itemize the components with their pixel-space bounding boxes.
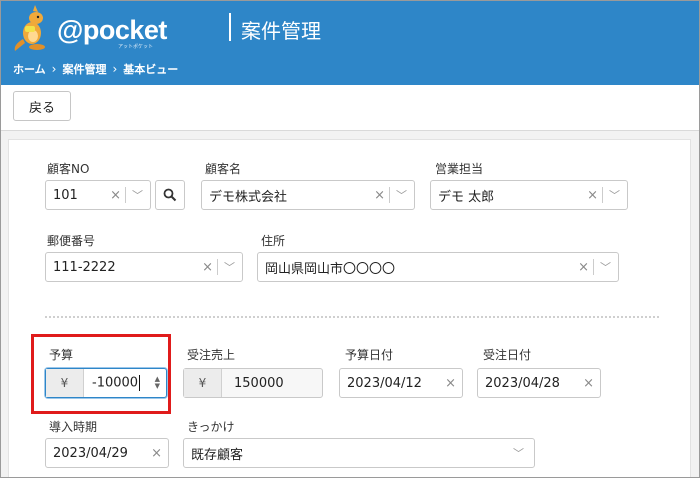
budget-label: 予算 [49,348,74,362]
kangaroo-logo-icon [14,5,45,51]
clear-icon[interactable]: × [441,376,462,391]
budget-input[interactable]: ¥ -10000 ▲ ▼ [45,368,167,398]
breadcrumb-basic-view: 基本ビュー [123,63,179,76]
clear-icon[interactable]: × [583,188,602,203]
address-label: 住所 [261,234,286,248]
postal-code-label: 郵便番号 [47,234,96,248]
budget-date-label: 予算日付 [345,348,394,362]
page-title: 案件管理 [241,19,321,43]
order-date-input[interactable]: 2023/04/28 × [477,368,601,398]
customer-name-select[interactable]: デモ株式会社 × ﹀ [201,180,415,210]
breadcrumb-chevron-icon: › [112,62,118,76]
address-value: 岡山県岡山市〇〇〇〇 [265,261,396,277]
introduction-date-input[interactable]: 2023/04/29 × [45,438,169,468]
customer-no-select[interactable]: 101 × ﹀ [45,180,151,210]
clear-icon[interactable]: × [579,376,600,391]
text-caret [139,375,141,391]
app-header: @pocket アットポケット 案件管理 ホーム › 案件管理 › 基本ビュー [1,1,699,85]
order-date-value: 2023/04/28 [485,375,560,391]
clear-icon[interactable]: × [574,260,593,275]
clear-icon[interactable]: × [370,188,389,203]
yen-prefix: ¥ [184,369,222,397]
clear-icon[interactable]: × [106,188,125,203]
chevron-down-icon[interactable]: ﹀ [218,259,242,275]
budget-value-text: -10000 [92,375,139,391]
app-window: @pocket アットポケット 案件管理 ホーム › 案件管理 › 基本ビュー … [0,0,700,478]
order-sales-value: 150000 [234,375,284,391]
logo-text: @pocket [57,15,167,45]
breadcrumb: ホーム › 案件管理 › 基本ビュー [13,61,178,77]
customer-no-label: 顧客NO [47,162,90,176]
trigger-value: 既存顧客 [191,447,244,463]
back-button[interactable]: 戻る [13,91,71,121]
order-sales-label: 受注売上 [187,348,236,362]
sales-rep-select[interactable]: デモ 太郎 × ﹀ [430,180,628,210]
order-sales-field: ¥ 150000 [183,368,323,398]
form-panel: 顧客NO 101 × ﹀ 顧客名 デモ株式会社 × ﹀ 営業担当 デモ 太郎 ×… [8,139,691,477]
introduction-date-label: 導入時期 [49,420,98,434]
clear-icon[interactable]: × [147,446,168,461]
budget-date-input[interactable]: 2023/04/12 × [339,368,463,398]
introduction-date-value: 2023/04/29 [53,445,128,461]
sales-rep-value: デモ 太郎 [438,189,495,205]
logo-subtext: アットポケット [118,44,154,50]
chevron-down-icon[interactable]: ﹀ [390,187,414,203]
search-icon [163,188,177,202]
order-date-label: 受注日付 [483,348,532,362]
budget-date-value: 2023/04/12 [347,375,422,391]
customer-no-value: 101 [53,187,78,203]
customer-name-value: デモ株式会社 [209,189,288,205]
chevron-down-icon[interactable]: ﹀ [594,259,618,275]
section-divider [45,316,659,318]
chevron-down-icon[interactable]: ﹀ [603,187,627,203]
trigger-select[interactable]: 既存顧客 ﹀ [183,438,535,468]
breadcrumb-project-management[interactable]: 案件管理 [62,61,106,77]
postal-code-value: 111-2222 [53,259,116,275]
number-spinner-icon[interactable]: ▲ ▼ [155,376,166,390]
breadcrumb-home[interactable]: ホーム [13,61,46,77]
sales-rep-label: 営業担当 [435,162,484,176]
postal-code-select[interactable]: 111-2222 × ﹀ [45,252,243,282]
clear-icon[interactable]: × [198,260,217,275]
address-select[interactable]: 岡山県岡山市〇〇〇〇 × ﹀ [257,252,619,282]
trigger-label: きっかけ [187,420,235,434]
customer-name-label: 顧客名 [205,162,242,176]
toolbar: 戻る [1,85,699,131]
yen-prefix: ¥ [46,369,84,397]
chevron-down-icon[interactable]: ﹀ [126,187,150,203]
breadcrumb-chevron-icon: › [51,62,57,76]
chevron-down-icon[interactable]: ﹀ [507,445,534,461]
title-separator [229,13,231,41]
budget-value: -10000 [84,375,155,391]
customer-search-button[interactable] [155,180,185,210]
